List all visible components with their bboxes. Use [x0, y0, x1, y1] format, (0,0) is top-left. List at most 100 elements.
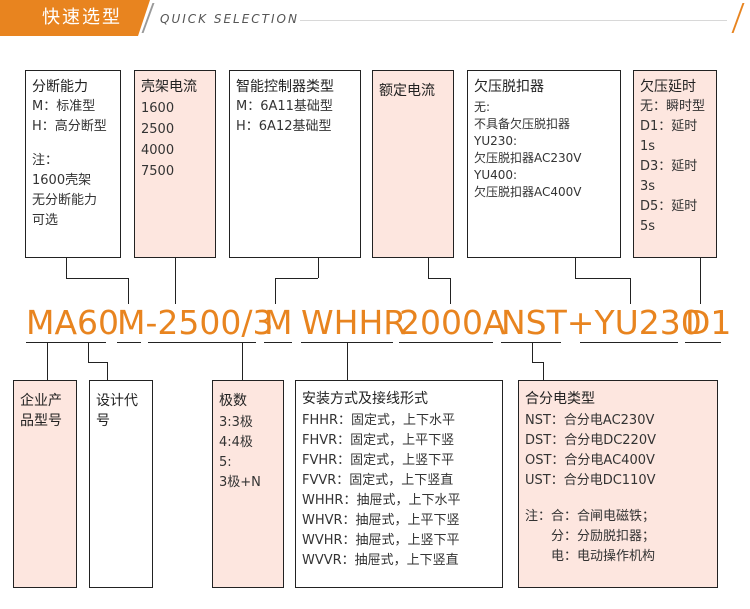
- box-rated-current: 额定电流: [372, 70, 454, 258]
- code-underline: [117, 342, 141, 343]
- code-underline: [264, 342, 292, 343]
- box-title: 设计代号: [96, 393, 138, 429]
- box-title: 智能控制器类型: [236, 79, 334, 95]
- box-line: 欠压脱扣器AC400V: [474, 185, 582, 199]
- box-note: 可选: [32, 213, 59, 228]
- header-divider: [300, 20, 727, 21]
- connector: [630, 278, 631, 304]
- box-undervoltage-release: 欠压脱扣器 无: 不具备欠压脱扣器 YU230: 欠压脱扣器AC230V YU4…: [467, 70, 621, 258]
- box-line: M：标准型: [32, 99, 96, 114]
- box-line: 不具备欠压脱扣器: [474, 117, 571, 131]
- box-line: FHVR：固定式，上平下竖: [302, 433, 455, 448]
- box-line: H：6A12基础型: [236, 119, 332, 134]
- box-line: 4:4极: [219, 435, 253, 450]
- box-line: H：高分断型: [32, 119, 107, 134]
- box-line: D3：延时3s: [640, 159, 698, 194]
- box-title: 极数: [219, 393, 247, 409]
- header-slash-right: [731, 3, 745, 33]
- connector: [275, 278, 276, 304]
- box-line: WHHR：抽屉式，上下水平: [302, 493, 461, 508]
- code-part-accessories: NST+YU230: [501, 303, 702, 342]
- connector: [575, 278, 630, 279]
- box-line: D5：延时5s: [640, 199, 698, 234]
- connector: [107, 362, 108, 380]
- box-line: M：6A11基础型: [236, 99, 333, 114]
- box-line: WVHR：抽屉式，上竖下平: [302, 533, 460, 548]
- box-frame-current: 壳架电流 1600 2500 4000 7500: [134, 70, 216, 258]
- connector: [128, 278, 129, 304]
- box-line: FHHR：固定式，上下水平: [302, 413, 456, 428]
- box-title: 欠压延时: [640, 79, 696, 95]
- box-note: 分：分励脱扣器；: [551, 529, 656, 544]
- connector: [47, 342, 48, 380]
- box-note: 注：: [32, 153, 59, 168]
- box-line: NST：合分电AC230V: [525, 413, 655, 428]
- box-line: 无:: [474, 100, 491, 114]
- connector: [428, 258, 429, 278]
- box-title: 合分电类型: [525, 391, 595, 407]
- code-part-enterprise: MA60: [26, 303, 120, 342]
- box-install-wiring: 安装方式及接线形式 FHHR：固定式，上下水平 FHVR：固定式，上平下竖 FV…: [295, 380, 503, 588]
- code-underline: [685, 342, 721, 343]
- connector: [88, 342, 89, 362]
- box-breaking-capacity: 分断能力 M：标准型 H：高分断型 注： 1600壳架 无分断能力 可选: [25, 70, 121, 258]
- connector: [175, 258, 176, 304]
- box-line: FVVR：固定式，上下竖直: [302, 473, 454, 488]
- code-part-delay: D1: [685, 303, 732, 342]
- connector: [428, 278, 450, 279]
- connector: [543, 362, 544, 380]
- box-note: 注：合：合闸电磁铁；: [525, 509, 656, 524]
- box-line: UST：合分电DC110V: [525, 473, 656, 488]
- box-enterprise-model: 企业产品型号: [13, 380, 77, 588]
- code-underline: [399, 342, 493, 343]
- box-title: 壳架电流: [141, 79, 197, 95]
- box-line: 无：瞬时型: [640, 99, 706, 114]
- box-line: WHVR：抽屉式，上平下竖: [302, 513, 460, 528]
- connector: [242, 342, 243, 380]
- code-part-frame: M-2500/3: [117, 303, 274, 342]
- box-line: 5:: [219, 455, 232, 470]
- connector: [700, 258, 701, 304]
- code-part-install: WHHR: [301, 303, 407, 342]
- box-line: 1600: [141, 101, 175, 116]
- box-line: DST：合分电DC220V: [525, 433, 656, 448]
- connector: [532, 362, 543, 363]
- box-controller-type: 智能控制器类型 M：6A11基础型 H：6A12基础型: [229, 70, 361, 258]
- box-line: FVHR：固定式，上竖下平: [302, 453, 455, 468]
- code-underline: [501, 342, 561, 343]
- box-title: 安装方式及接线形式: [302, 391, 428, 407]
- box-line: 欠压脱扣器AC230V: [474, 151, 582, 165]
- connector: [66, 278, 128, 279]
- box-undervoltage-delay: 欠压延时 无：瞬时型 D1：延时1s D3：延时3s D5：延时5s: [633, 70, 717, 258]
- box-line: OST：合分电AC400V: [525, 453, 655, 468]
- box-line: YU230:: [474, 134, 518, 148]
- box-line: 2500: [141, 122, 175, 137]
- header-title: 快速选型: [42, 7, 122, 28]
- box-title: 欠压脱扣器: [474, 79, 544, 95]
- code-underline: [580, 342, 678, 343]
- code-part-rated: 2000A: [399, 303, 506, 342]
- box-line: YU400:: [474, 168, 518, 182]
- connector: [450, 278, 451, 304]
- box-note: 1600壳架: [32, 173, 92, 188]
- connector: [318, 258, 319, 278]
- box-line: 3极+N: [219, 475, 261, 490]
- connector: [575, 258, 576, 278]
- connector: [347, 342, 348, 380]
- box-line: WVVR：抽屉式，上下竖直: [302, 553, 459, 568]
- code-underline: [148, 342, 256, 343]
- box-poles: 极数 3:3极 4:4极 5: 3极+N: [212, 380, 284, 588]
- box-shunt-type: 合分电类型 NST：合分电AC230V DST：合分电DC220V OST：合分…: [518, 380, 718, 588]
- header-subtitle: QUICK SELECTION: [160, 12, 299, 26]
- box-line: 7500: [141, 164, 175, 179]
- box-line: 4000: [141, 143, 175, 158]
- box-note: 无分断能力: [32, 193, 98, 208]
- connector: [275, 278, 318, 279]
- section-header: 快速选型 QUICK SELECTION: [0, 0, 750, 36]
- connector: [66, 258, 67, 278]
- box-design-code: 设计代号: [89, 380, 153, 588]
- box-title: 企业产品型号: [20, 393, 62, 429]
- connector: [532, 342, 533, 362]
- box-line: 3:3极: [219, 415, 253, 430]
- connector: [88, 362, 107, 363]
